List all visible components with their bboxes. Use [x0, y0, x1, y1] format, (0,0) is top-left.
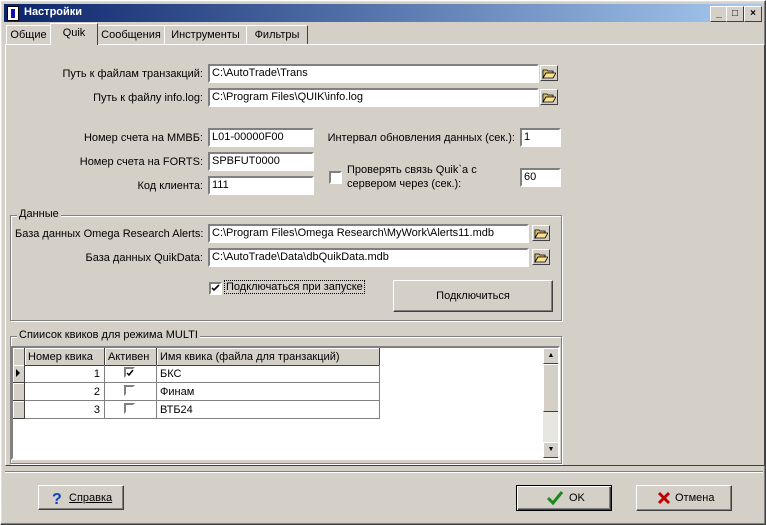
maximize-button[interactable]: □	[726, 6, 744, 22]
data-group-title: Данные	[17, 208, 61, 220]
ok-button-label: OK	[569, 492, 585, 504]
help-button[interactable]: ? Справка	[38, 485, 124, 510]
column-header-number[interactable]: Номер квика	[25, 348, 105, 366]
table-row-active[interactable]	[105, 365, 157, 383]
footer-separator	[5, 471, 763, 473]
tab-instruments[interactable]: Инструменты	[164, 25, 247, 44]
trans-path-field[interactable]: C:\AutoTrade\Trans	[208, 64, 539, 83]
window-title: Настройки	[24, 6, 83, 18]
table-row-active[interactable]	[105, 383, 157, 401]
refresh-interval-label: Интервал обновления данных (сек.):	[327, 132, 515, 144]
maximize-icon: □	[731, 8, 739, 19]
trans-path-browse-button[interactable]	[540, 65, 558, 81]
multi-group-title: Спиисок квиков для режима MULTI	[17, 329, 200, 341]
minimize-icon: _	[716, 8, 722, 19]
folder-open-icon	[534, 229, 548, 239]
title-bar[interactable]: Настройки _ □ ×	[4, 4, 762, 22]
folder-open-icon	[542, 69, 556, 79]
row-active-checkbox[interactable]	[124, 367, 135, 378]
quikdata-db-label: База данных QuikData:	[85, 252, 204, 264]
cancel-button[interactable]: Отмена	[636, 485, 732, 511]
autoconnect-checkbox[interactable]	[209, 282, 222, 295]
refresh-interval-field[interactable]: 1	[520, 128, 561, 147]
mmvb-account-label: Номер счета на ММВБ:	[83, 132, 203, 144]
ok-button[interactable]: OK	[516, 485, 612, 511]
check-icon	[546, 491, 564, 506]
grid-corner	[13, 348, 25, 366]
trans-path-label: Путь к файлам транзакций:	[62, 68, 203, 80]
row-active-checkbox[interactable]	[124, 385, 135, 396]
table-row-name[interactable]: БКС	[157, 365, 380, 383]
grid-vertical-scrollbar[interactable]: ▲ ▼	[543, 348, 558, 458]
omega-db-field[interactable]: C:\Program Files\Omega Research\MyWork\A…	[208, 224, 529, 243]
close-button[interactable]: ×	[744, 6, 762, 22]
folder-open-icon	[542, 93, 556, 103]
autoconnect-label: Подключаться при запуске	[224, 280, 365, 294]
column-header-name[interactable]: Имя квика (файла для транзакций)	[157, 348, 380, 366]
app-icon	[7, 6, 19, 21]
table-row-number[interactable]: 2	[25, 383, 105, 401]
cross-icon	[657, 491, 671, 505]
svg-text:?: ?	[52, 491, 62, 506]
row-active-checkbox[interactable]	[124, 403, 135, 414]
help-button-label: Справка	[69, 492, 113, 504]
mmvb-account-field[interactable]: L01-00000F00	[208, 128, 314, 147]
row-pointer-icon	[16, 369, 20, 377]
tab-quik[interactable]: Quik	[50, 23, 98, 45]
column-header-active[interactable]: Активен	[105, 348, 157, 366]
client-code-label: Код клиента:	[137, 180, 203, 192]
forts-account-field[interactable]: SPBFUT0000	[208, 152, 314, 171]
scroll-down-button[interactable]: ▼	[543, 442, 558, 458]
quikdata-db-browse-button[interactable]	[532, 249, 550, 265]
scroll-thumb[interactable]	[543, 364, 558, 412]
row-indicator[interactable]	[13, 383, 25, 401]
connect-button[interactable]: Подключиться	[393, 280, 553, 312]
check-icon	[126, 369, 134, 377]
question-icon: ?	[52, 491, 62, 506]
tab-filters[interactable]: Фильтры	[246, 25, 308, 44]
client-code-field[interactable]: 111	[208, 176, 314, 195]
info-log-label: Путь к файлу info.log:	[93, 92, 203, 104]
check-connection-checkbox[interactable]	[329, 171, 342, 184]
quikdata-db-field[interactable]: C:\AutoTrade\Data\dbQuikData.mdb	[208, 248, 529, 267]
folder-open-icon	[534, 253, 548, 263]
check-connection-label-line1: Проверять связь Quik`a с	[347, 164, 477, 176]
table-row-number[interactable]: 1	[25, 365, 105, 383]
cancel-button-label: Отмена	[675, 492, 715, 504]
scroll-up-button[interactable]: ▲	[543, 348, 558, 364]
row-indicator[interactable]	[13, 365, 25, 383]
row-indicator[interactable]	[13, 401, 25, 419]
tab-general[interactable]: Общие	[6, 25, 51, 44]
check-connection-label-line2: сервером через (сек.):	[347, 178, 462, 190]
close-icon: ×	[750, 8, 756, 19]
tab-messages[interactable]: Сообщения	[97, 25, 165, 44]
quik-list-grid[interactable]: Номер квика Активен Имя квика (файла для…	[11, 346, 560, 460]
forts-account-label: Номер счета на FORTS:	[79, 156, 203, 168]
check-icon	[211, 284, 220, 292]
table-row-active[interactable]	[105, 401, 157, 419]
info-log-browse-button[interactable]	[540, 89, 558, 105]
omega-db-label: База данных Omega Research Alerts:	[15, 228, 204, 240]
omega-db-browse-button[interactable]	[532, 225, 550, 241]
settings-window: Настройки _ □ × Общие Quik Сообщения Инс…	[0, 0, 766, 525]
table-row-name[interactable]: ВТБ24	[157, 401, 380, 419]
table-row-number[interactable]: 3	[25, 401, 105, 419]
info-log-field[interactable]: C:\Program Files\QUIK\info.log	[208, 88, 539, 107]
check-connection-seconds-field[interactable]: 60	[520, 168, 561, 187]
table-row-name[interactable]: Финам	[157, 383, 380, 401]
